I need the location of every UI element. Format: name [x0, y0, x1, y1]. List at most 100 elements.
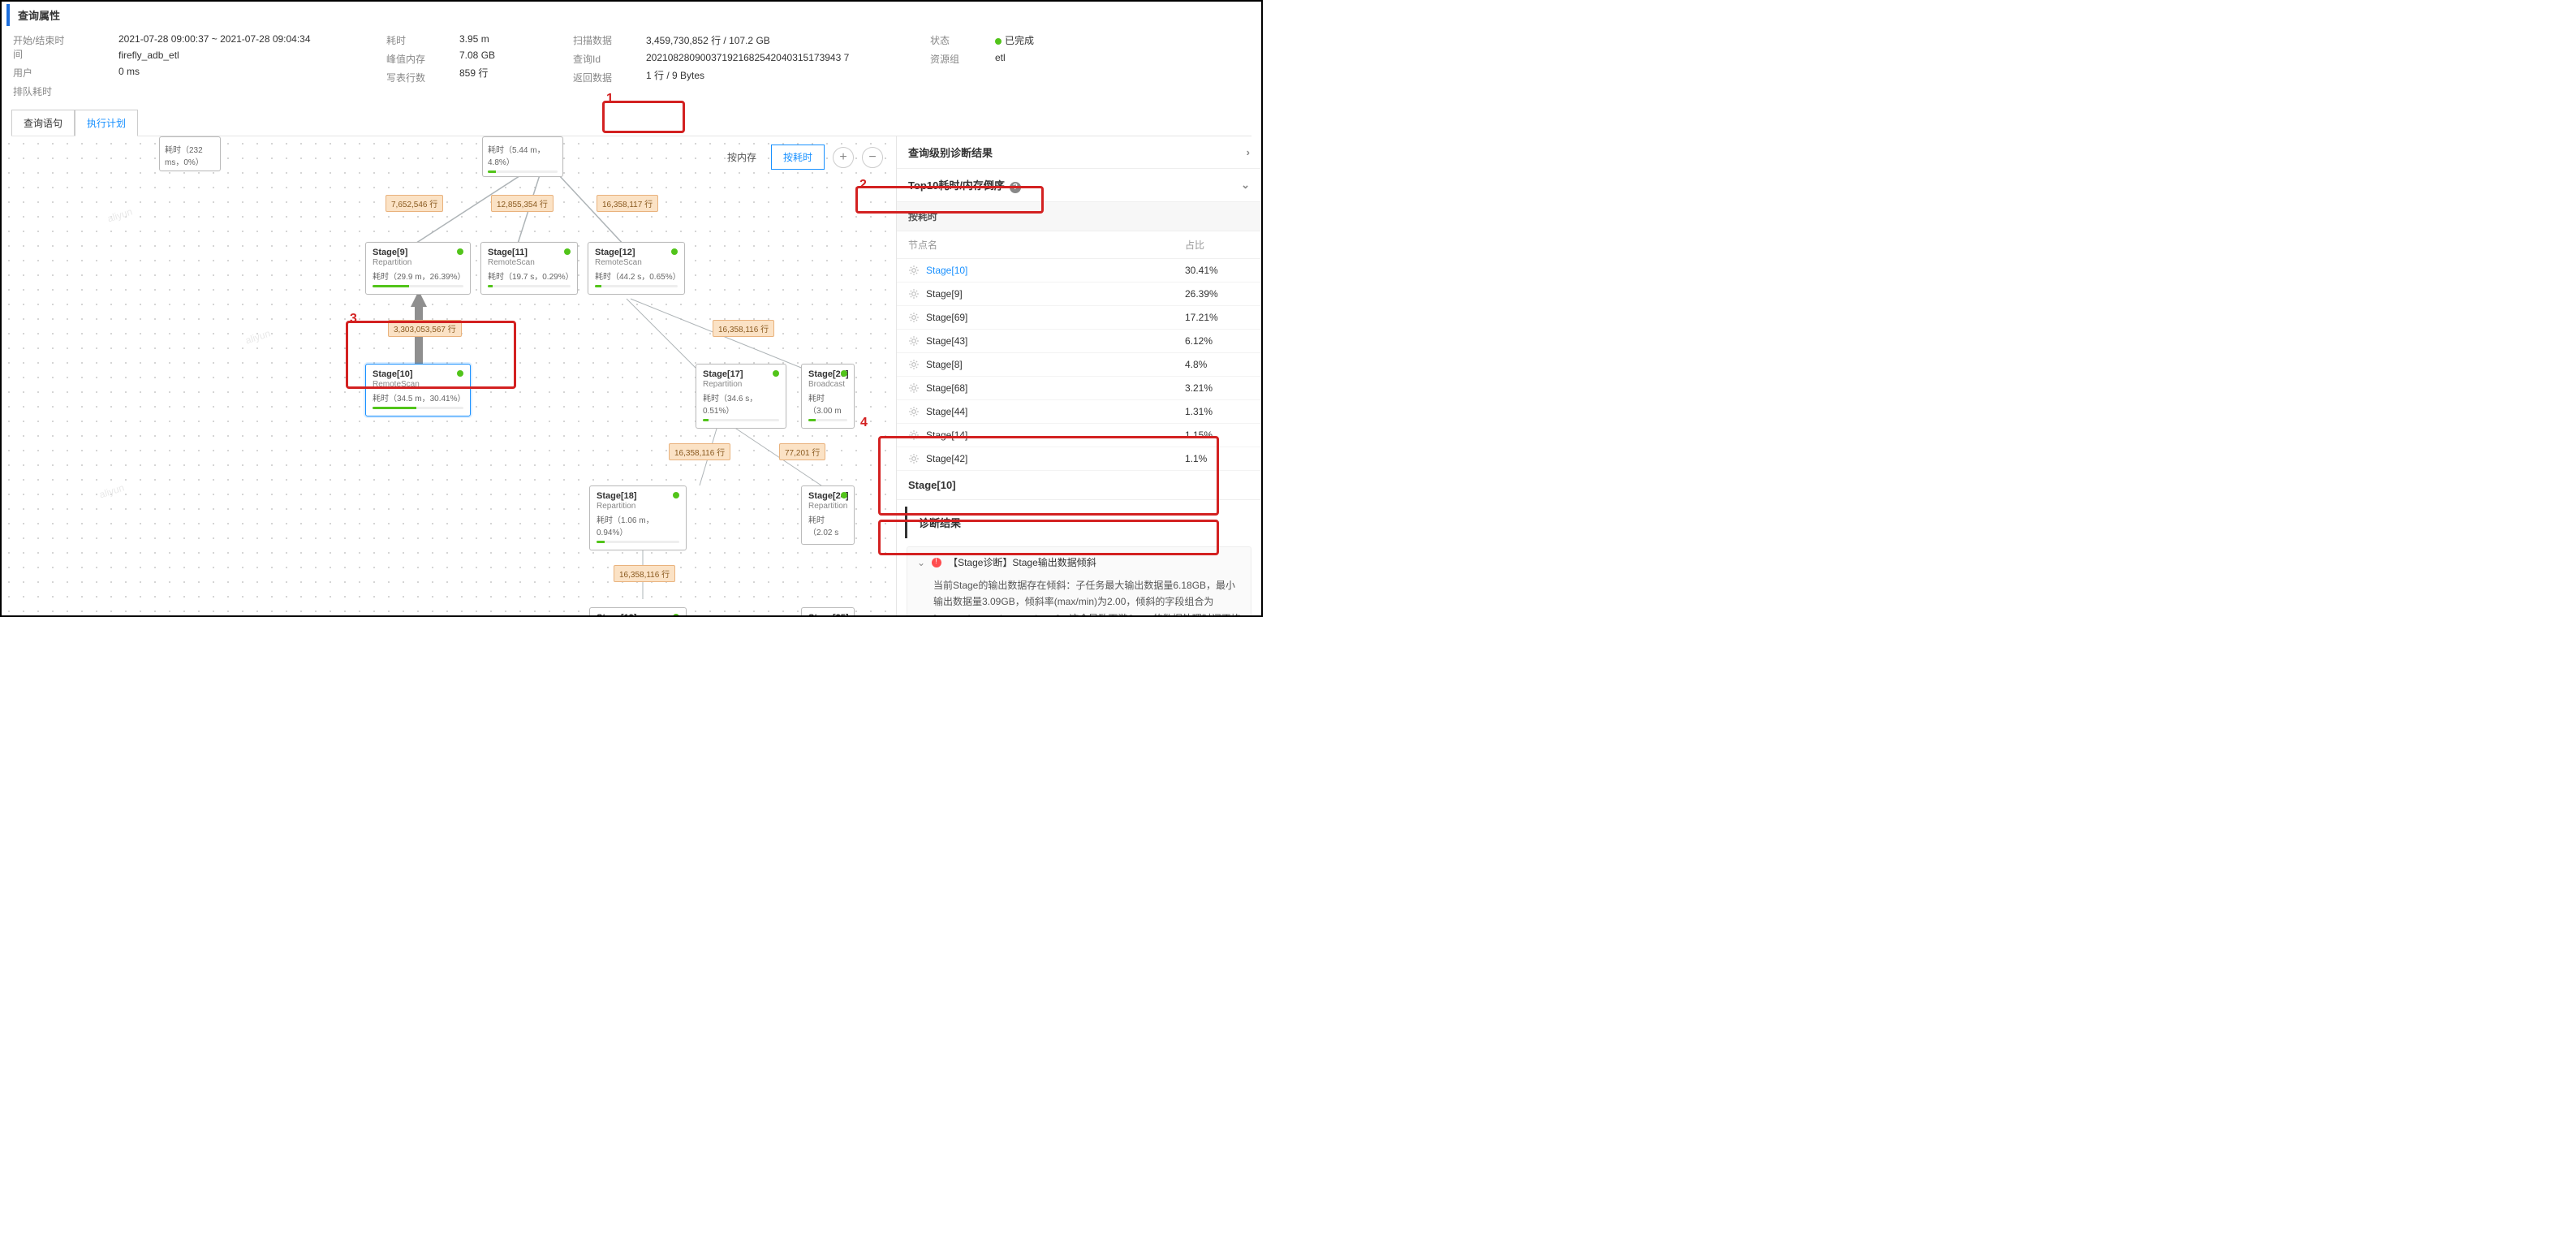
table-row[interactable]: Stage[44] 1.31% — [897, 400, 1261, 424]
stage-info: 耗时（34.5 m，30.41%） — [373, 391, 463, 403]
table-row[interactable]: Stage[69] 17.21% — [897, 306, 1261, 330]
edge-label: 16,358,116 行 — [713, 320, 774, 337]
zoom-out-button[interactable]: − — [862, 147, 883, 168]
gear-icon — [908, 335, 920, 347]
stage-node-11[interactable]: Stage[11] RemoteScan 耗时（19.7 s，0.29%） — [480, 242, 578, 295]
sidebar: 查询级别诊断结果 › Top10耗时/内存倒序? ⌄ 按耗时 节点名 占比 St… — [896, 136, 1261, 617]
status-dot-icon — [564, 248, 571, 255]
row-pct: 1.1% — [1185, 453, 1250, 464]
selected-stage-title: Stage[10] — [897, 471, 1261, 500]
stage-type: Repartition — [373, 258, 463, 267]
state-value: 已完成 — [1005, 35, 1034, 46]
stage-name: Stage[17] — [703, 369, 779, 379]
chevron-right-icon: › — [1247, 146, 1250, 158]
stage-node-26[interactable]: Stage[26] Broadcast 耗时（3.00 m — [801, 364, 855, 429]
stage-node-top[interactable]: 耗时（232 ms，0%） — [159, 136, 221, 171]
stage-name: Stage[12] — [595, 248, 678, 257]
status-dot-icon — [841, 370, 847, 377]
table-header: 节点名 占比 — [897, 231, 1261, 259]
status-dot-icon — [673, 614, 679, 617]
edge-label: 16,358,117 行 — [597, 195, 658, 212]
row-name: Stage[8] — [926, 359, 1185, 370]
edge-label: 7,652,546 行 — [386, 195, 443, 212]
stage-info: 耗时（44.2 s，0.65%） — [595, 270, 678, 282]
stage-node-18[interactable]: Stage[18] Repartition 耗时（1.06 m，0.94%） — [589, 485, 687, 550]
tab-sql[interactable]: 查询语句 — [11, 110, 75, 136]
diagnosis-item-1[interactable]: ⌄ 【Stage诊断】Stage输出数据倾斜 当前Stage的输出数据存在倾斜：… — [907, 546, 1251, 617]
sort-by-memory-button[interactable]: 按内存 — [716, 145, 768, 169]
return-value: 1 行 / 9 Bytes — [646, 70, 704, 81]
row-name: Stage[14] — [926, 429, 1185, 441]
page-title: 查询属性 — [6, 4, 1256, 26]
stage-info: 耗时（2.02 s — [808, 513, 847, 537]
status-dot-icon — [457, 248, 463, 255]
stage-type: RemoteScan — [595, 258, 678, 267]
edge-label: 77,201 行 — [779, 443, 825, 460]
error-icon — [932, 558, 941, 567]
table-row[interactable]: Stage[9] 26.39% — [897, 283, 1261, 306]
summary-block: 开始/结束时间 用户 排队耗时 2021-07-28 09:00:37 ~ 20… — [2, 28, 1261, 110]
row-name: Stage[9] — [926, 288, 1185, 300]
qid-value: 202108280900371921682542040315173943 7 — [646, 52, 849, 63]
row-name: Stage[44] — [926, 406, 1185, 417]
stage-node-17[interactable]: Stage[17] Repartition 耗时（34.6 s，0.51%） — [696, 364, 786, 429]
stage-node-12[interactable]: Stage[12] RemoteScan 耗时（44.2 s，0.65%） — [588, 242, 685, 295]
stage-node-19[interactable]: Stage[19] RemoteScan — [589, 607, 687, 617]
rg-value: etl — [995, 52, 1006, 63]
row-pct: 6.12% — [1185, 335, 1250, 347]
row-pct: 1.15% — [1185, 429, 1250, 441]
table-row[interactable]: Stage[10] 30.41% — [897, 259, 1261, 283]
stage-name: Stage[10] — [373, 369, 463, 379]
row-pct: 4.8% — [1185, 359, 1250, 370]
stage-name: Stage[25] — [808, 613, 847, 617]
zoom-in-button[interactable]: + — [833, 147, 854, 168]
gear-icon — [908, 265, 920, 276]
row-name: Stage[43] — [926, 335, 1185, 347]
user-label: 用户 — [13, 66, 70, 80]
row-name: Stage[69] — [926, 312, 1185, 323]
scan-label: 扫描数据 — [573, 33, 630, 47]
status-dot-icon — [673, 492, 679, 498]
status-dot-icon — [457, 370, 463, 377]
row-pct: 1.31% — [1185, 406, 1250, 417]
stage-type: RemoteScan — [488, 258, 571, 267]
table-row[interactable]: Stage[43] 6.12% — [897, 330, 1261, 353]
row-pct: 3.21% — [1185, 382, 1250, 394]
table-row[interactable]: Stage[42] 1.1% — [897, 447, 1261, 471]
duration-label: 耗时 — [386, 33, 443, 47]
stage-name: Stage[11] — [488, 248, 571, 257]
stage-info: 耗时（1.06 m，0.94%） — [597, 513, 679, 537]
edge-label: 12,855,354 行 — [491, 195, 554, 212]
gear-icon — [908, 429, 920, 441]
gear-icon — [908, 406, 920, 417]
stage-info: 耗时（34.6 s，0.51%） — [703, 391, 779, 416]
gear-icon — [908, 312, 920, 323]
chevron-down-icon: ⌄ — [917, 557, 925, 568]
stage-node-24[interactable]: Stage[24] Repartition 耗时（2.02 s — [801, 485, 855, 545]
table-row[interactable]: Stage[14] 1.15% — [897, 424, 1261, 447]
write-value: 859 行 — [459, 67, 488, 79]
stage-node-25[interactable]: Stage[25] RemoteScan — [801, 607, 855, 617]
top10-header[interactable]: Top10耗时/内存倒序? ⌄ — [897, 169, 1261, 202]
row-pct: 17.21% — [1185, 312, 1250, 323]
plan-canvas[interactable]: aliyun aliyun aliyun 按内存 按耗时 + − — [2, 136, 896, 617]
stage-node-10[interactable]: Stage[10] RemoteScan 耗时（34.5 m，30.41%） — [365, 364, 471, 416]
stage-node-9[interactable]: Stage[9] Repartition 耗时（29.9 m，26.39%） — [365, 242, 471, 295]
row-pct: 26.39% — [1185, 288, 1250, 300]
tab-plan[interactable]: 执行计划 — [75, 110, 138, 136]
sort-by-time-button[interactable]: 按耗时 — [771, 145, 825, 170]
gear-icon — [908, 288, 920, 300]
start-end-label: 开始/结束时间 — [13, 33, 70, 61]
row-name: Stage[42] — [926, 453, 1185, 464]
table-row[interactable]: Stage[8] 4.8% — [897, 353, 1261, 377]
table-row[interactable]: Stage[68] 3.21% — [897, 377, 1261, 400]
help-icon[interactable]: ? — [1010, 182, 1021, 193]
diagnosis-title: 【Stage诊断】Stage输出数据倾斜 — [948, 555, 1096, 569]
gear-icon — [908, 359, 920, 370]
query-diag-header[interactable]: 查询级别诊断结果 › — [897, 136, 1261, 169]
status-dot-icon — [841, 492, 847, 498]
stage-node-middle[interactable]: 耗时（5.44 m，4.8%） — [482, 136, 563, 177]
status-dot-icon — [671, 248, 678, 255]
row-name: Stage[10] — [926, 265, 1185, 276]
top10-title: Top10耗时/内存倒序 — [908, 179, 1005, 192]
